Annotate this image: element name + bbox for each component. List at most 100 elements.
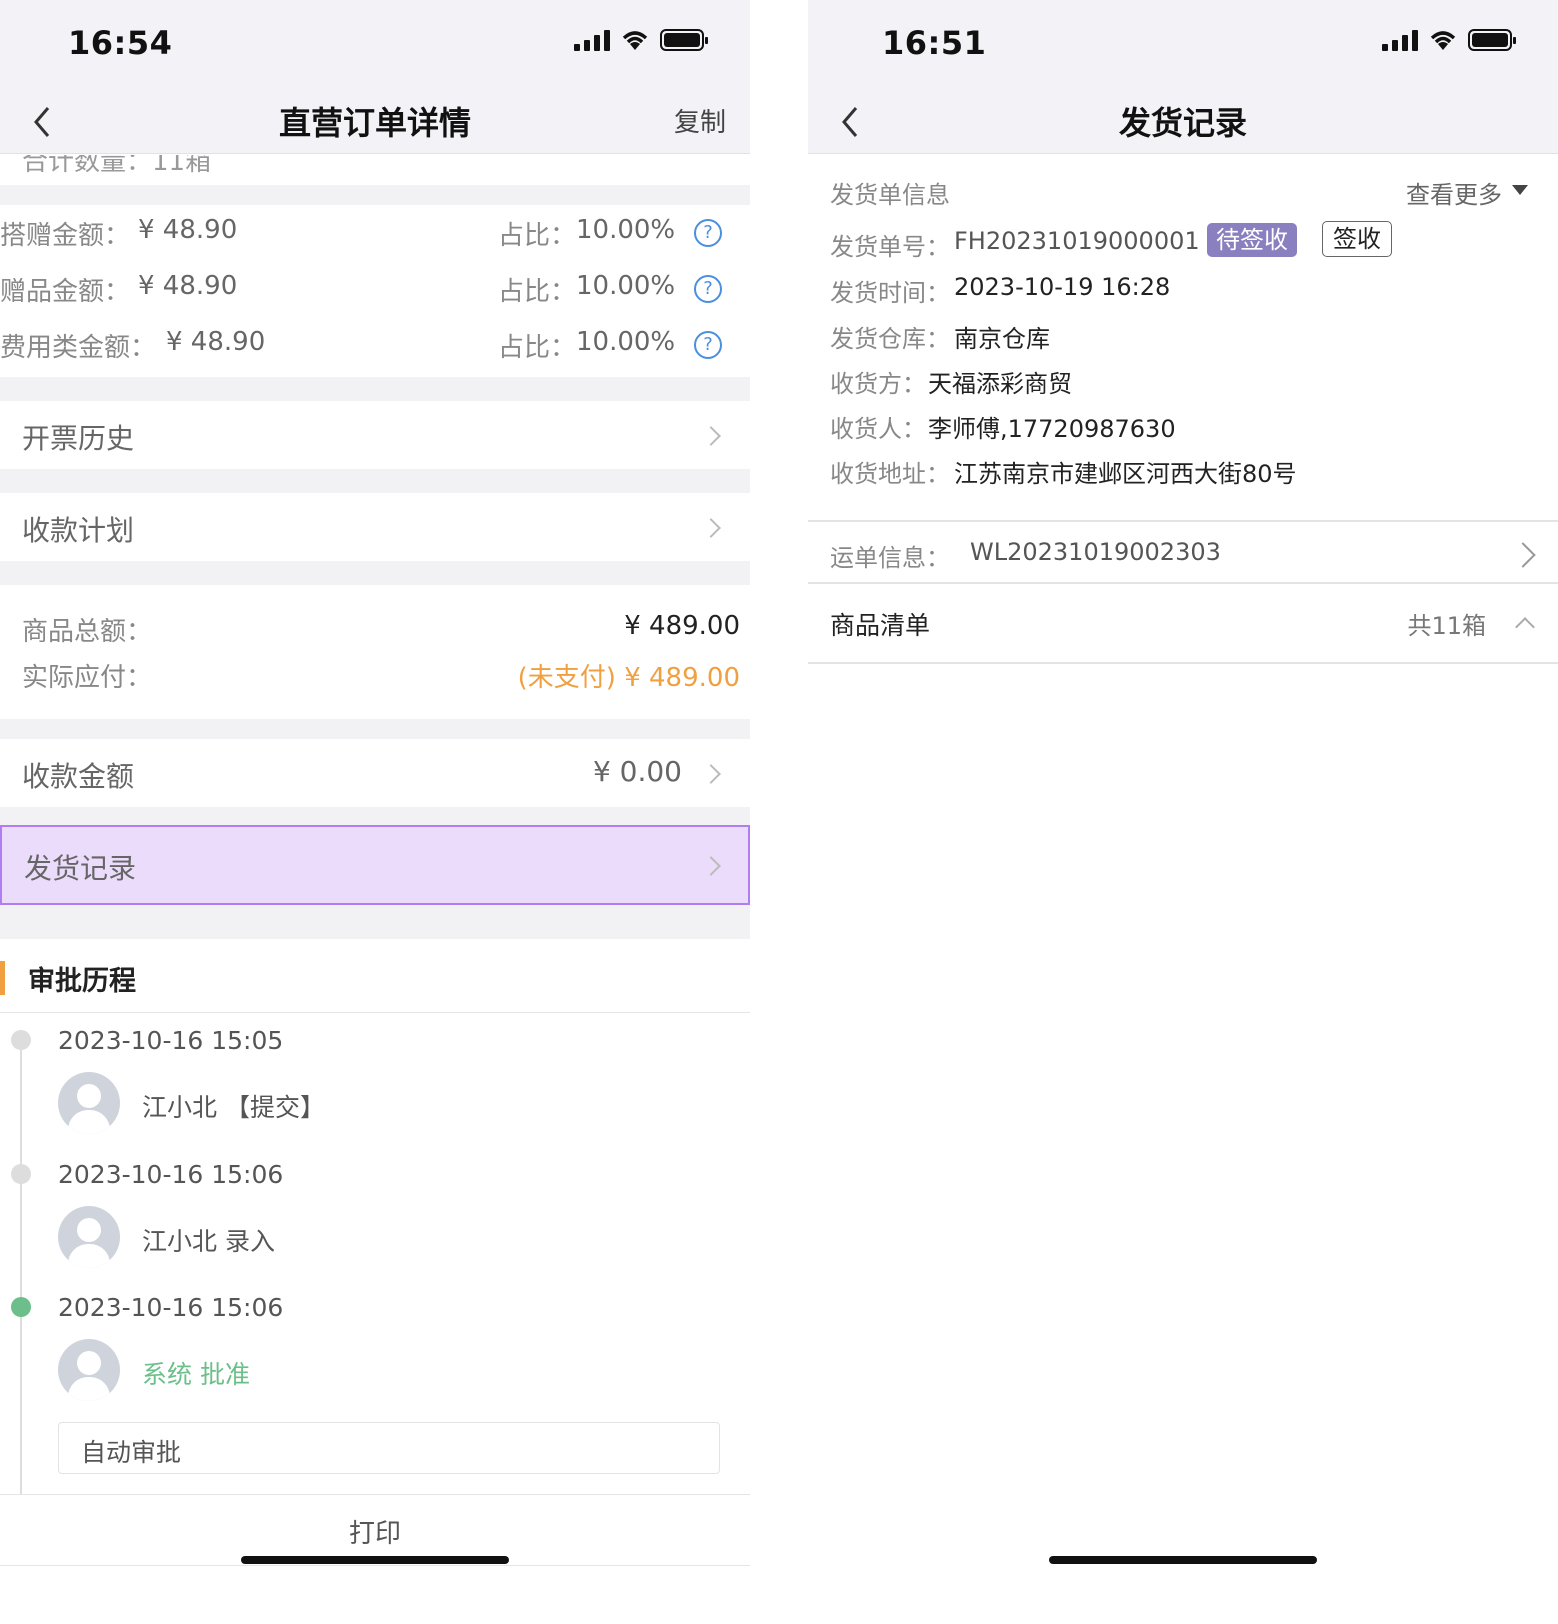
gift-amount-value: ¥ 48.90 (138, 215, 238, 245)
chevron-right-icon (1510, 542, 1536, 568)
ratio-label: 占比： (498, 277, 577, 307)
divider (0, 185, 750, 205)
shipping-no-value: FH20231019000001 (954, 227, 1200, 255)
signal-icon (574, 29, 610, 51)
approval-header: 审批历程 (0, 939, 750, 1013)
copy-button[interactable]: 复制 (674, 102, 726, 139)
shipping-record-row[interactable]: 发货记录 (0, 825, 750, 905)
signal-icon (1382, 29, 1418, 51)
approval-time: 2023-10-16 15:06 (58, 1293, 284, 1322)
approval-time: 2023-10-16 15:06 (58, 1160, 284, 1189)
help-icon[interactable]: ? (694, 275, 722, 303)
avatar (58, 1339, 120, 1401)
warehouse-label: 发货仓库： (830, 325, 950, 353)
waybill-value: WL20231019002303 (970, 538, 1221, 566)
timeline-line (20, 1040, 22, 1495)
caret-down-icon (1512, 185, 1528, 195)
goods-total-value: ¥ 489.00 (624, 611, 740, 641)
page-title: 发货记录 (1118, 104, 1247, 142)
section-title: 发货单信息 (830, 181, 950, 209)
goods-list-title: 商品清单 (830, 611, 931, 640)
status-time: 16:51 (882, 24, 987, 62)
timeline-dot-active (11, 1297, 31, 1317)
ship-time-value: 2023-10-19 16:28 (954, 273, 1171, 301)
quantity-row-cutoff: 合计数量：11箱 (0, 155, 750, 185)
approval-comment-box: 自动审批 (58, 1422, 720, 1474)
payment-plan-label: 收款计划 (22, 514, 135, 547)
invoice-history-label: 开票历史 (22, 422, 135, 455)
actual-payable-label: 实际应付： (22, 663, 153, 693)
approval-title: 审批历程 (28, 966, 136, 997)
approval-person: 江小北 【提交】 (142, 1093, 325, 1122)
accent-bar (0, 961, 5, 995)
ship-time-label: 发货时间： (830, 279, 950, 307)
avatar (58, 1072, 120, 1134)
address-value: 江苏南京市建邺区河西大街80号 (954, 460, 1297, 488)
received-amount-row[interactable]: 收款金额 ¥ 0.00 (0, 739, 750, 807)
goods-count: 共11箱 (1407, 612, 1486, 640)
receiver-party-value: 天福添彩商贸 (928, 370, 1072, 398)
wifi-icon (1430, 31, 1456, 50)
approval-person: 系统 批准 (142, 1360, 250, 1389)
status-badge: 待签收 (1207, 223, 1297, 257)
divider (0, 469, 750, 493)
quantity-text: 合计数量：11箱 (22, 155, 212, 177)
home-indicator (241, 1556, 509, 1564)
divider (0, 377, 750, 401)
shipping-record-label: 发货记录 (24, 852, 137, 885)
print-label: 打印 (348, 1519, 401, 1549)
chevron-right-icon (701, 764, 721, 784)
invoice-history-row[interactable]: 开票历史 (0, 401, 750, 469)
divider (0, 719, 750, 739)
giveaway-amount-label: 赠品金额： (0, 277, 131, 307)
receiver-value: 李师傅,17720987630 (928, 415, 1176, 443)
warehouse-value: 南京仓库 (954, 325, 1050, 353)
system-icons (1382, 28, 1516, 52)
page-title: 直营订单详情 (278, 104, 471, 142)
expense-amount-value: ¥ 48.90 (166, 327, 266, 357)
payment-plan-row[interactable]: 收款计划 (0, 493, 750, 561)
ratio-label: 占比： (498, 221, 577, 251)
divider (0, 807, 750, 825)
order-detail-screen: 16:54 直营订单详情 复制 合计数量：11箱 搭赠金额： ¥ 48.90 占… (0, 0, 750, 1624)
ratio-value: 10.00% (576, 271, 676, 301)
see-more-link[interactable]: 查看更多 (1406, 175, 1502, 210)
waybill-label: 运单信息： (830, 544, 950, 572)
timeline-dot (11, 1164, 31, 1184)
status-bar: 16:54 (0, 0, 750, 90)
goods-list-row[interactable]: 商品清单 共11箱 (808, 584, 1558, 664)
help-icon[interactable]: ? (694, 219, 722, 247)
shipping-no-label: 发货单号： (830, 233, 950, 261)
battery-icon (1468, 29, 1516, 51)
waybill-row[interactable]: 运单信息： WL20231019002303 (808, 520, 1558, 584)
receiver-label: 收货人： (830, 415, 926, 443)
giveaway-amount-value: ¥ 48.90 (138, 271, 238, 301)
chevron-right-icon (701, 426, 721, 446)
battery-icon (660, 29, 708, 51)
receiver-party-label: 收货方： (830, 370, 926, 398)
approval-comment: 自动审批 (81, 1438, 182, 1467)
divider (0, 561, 750, 585)
gift-amount-label: 搭赠金额： (0, 221, 131, 251)
expense-amount-label: 费用类金额： (0, 333, 157, 363)
received-amount-value: ¥ 0.00 (592, 755, 682, 788)
system-icons (574, 28, 708, 52)
avatar (58, 1206, 120, 1268)
shipping-info-section: 发货单信息 查看更多 发货单号： FH20231019000001 待签收 签收… (808, 155, 1558, 520)
chevron-right-icon (701, 518, 721, 538)
chevron-up-icon (1515, 617, 1535, 637)
chevron-right-icon (701, 856, 721, 876)
wifi-icon (622, 31, 648, 50)
help-icon[interactable]: ? (694, 331, 722, 359)
status-bar: 16:51 (808, 0, 1558, 90)
address-label: 收货地址： (830, 460, 950, 488)
actual-payable-value: (未支付) ¥ 489.00 (517, 663, 740, 693)
status-time: 16:54 (68, 24, 173, 62)
nav-bar: 发货记录 (808, 90, 1558, 154)
nav-bar: 直营订单详情 复制 (0, 90, 750, 154)
goods-total-label: 商品总额： (22, 617, 153, 647)
totals-section: 商品总额： ¥ 489.00 实际应付： (未支付) ¥ 489.00 (0, 585, 750, 719)
shipping-record-screen: 16:51 发货记录 发货单信息 查看更多 发货单号： FH2023101900… (808, 0, 1558, 1624)
ratio-value: 10.00% (576, 215, 676, 245)
sign-button[interactable]: 签收 (1322, 221, 1392, 257)
